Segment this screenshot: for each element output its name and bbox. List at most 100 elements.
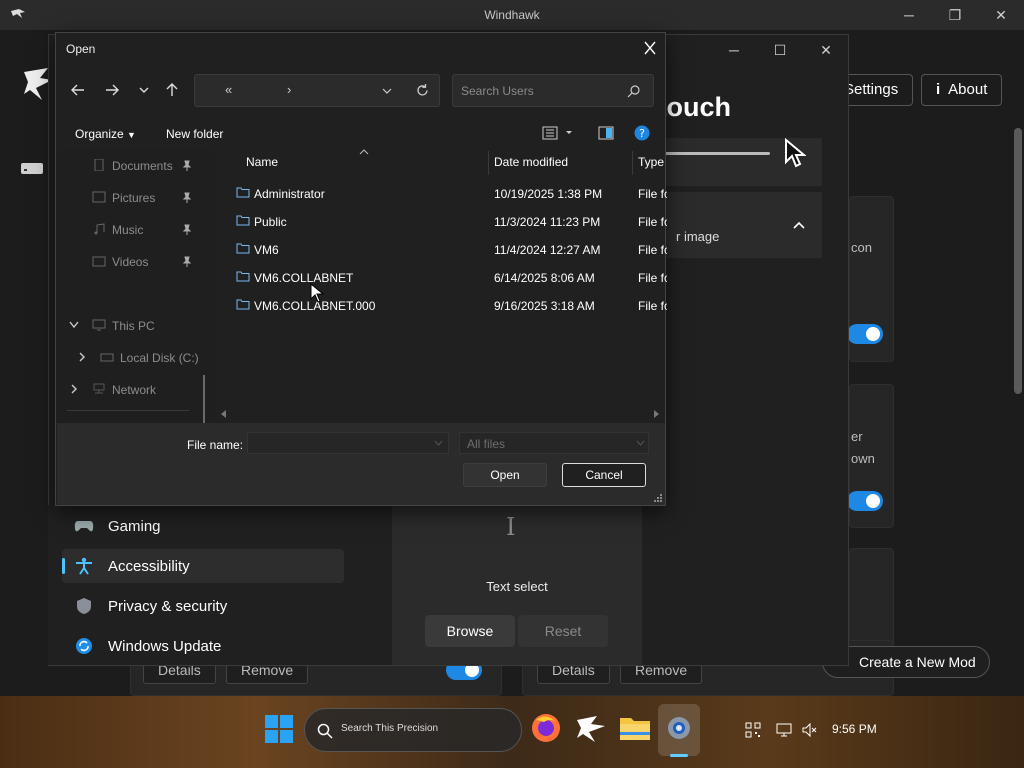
close-button[interactable]: ✕ [978,4,1024,26]
open-button[interactable]: Open [463,463,547,487]
column-divider[interactable] [488,151,489,175]
firefox-icon[interactable] [528,710,564,746]
file-row[interactable]: VM6 11/4/2024 12:27 AM File folder [230,236,667,262]
chevron-down-icon[interactable] [434,440,443,447]
mouse-pointer-icon [785,138,806,168]
scrollbar[interactable] [1014,128,1022,394]
sidebar-item-privacy-security[interactable]: Privacy & security [62,589,344,623]
file-row[interactable]: VM6.COLLABNET 6/14/2025 8:06 AM File fol… [230,264,667,290]
volume-muted-icon[interactable] [802,722,818,738]
column-divider[interactable] [632,151,633,175]
breadcrumb-chevron[interactable]: › [287,82,291,97]
help-icon[interactable]: ? [634,125,650,141]
close-button[interactable]: ✕ [803,39,849,61]
clipped-card-text: er [851,429,863,444]
sidebar-item-label: Gaming [108,518,161,535]
back-arrow-icon[interactable] [68,81,88,99]
sidebar-item-label: Privacy & security [108,598,228,615]
videos-icon [92,256,106,267]
new-folder-button[interactable]: New folder [166,127,223,141]
column-header-type[interactable]: Type [638,155,665,169]
file-row[interactable]: VM6.COLLABNET.000 9/16/2025 3:18 AM File… [230,292,667,318]
address-bar[interactable]: « › [194,74,440,107]
mod-enable-toggle[interactable] [847,324,883,344]
sidebar-item-windows-update[interactable]: Windows Update [62,629,344,663]
taskbar-search-box[interactable]: Search This Precision [304,708,522,752]
minimize-button[interactable]: ─ [886,4,932,26]
refresh-icon[interactable] [415,83,430,98]
folder-icon [236,299,250,310]
minimize-button[interactable]: ─ [711,39,757,61]
file-row[interactable]: Administrator 10/19/2025 1:38 PM File fo… [230,180,667,206]
nav-item-pictures[interactable]: Pictures [112,191,155,205]
info-icon: i [936,81,941,98]
cursor-preview-card: I Text select Browse Reset [392,505,642,665]
folder-icon [236,271,250,282]
windhawk-icon[interactable] [573,710,609,746]
settings-icon[interactable] [661,710,697,746]
column-header-date[interactable]: Date modified [494,155,568,169]
chevron-down-icon[interactable] [382,87,392,95]
music-icon [94,223,105,235]
browse-button[interactable]: Browse [425,615,515,647]
reset-button[interactable]: Reset [518,615,608,647]
organize-menu[interactable]: Organize ▼ [75,127,136,141]
folder-icon [236,187,250,198]
file-date: 10/19/2025 1:38 PM [494,187,603,201]
folder-icon [236,215,250,226]
qr-code-icon[interactable] [745,722,761,738]
dialog-footer: File name: All files Open Cancel [57,423,665,505]
preview-pane-icon[interactable] [598,125,614,141]
about-nav-button[interactable]: i About [921,74,1003,106]
mouse-cursor-icon [310,283,324,303]
view-options-icon[interactable] [542,125,574,141]
sidebar-item-accessibility[interactable]: Accessibility [62,549,344,583]
network-icon [93,383,105,394]
search-icon [627,85,640,98]
nav-item-network[interactable]: Network [112,383,156,397]
file-date: 9/16/2025 3:18 AM [494,299,595,313]
chevron-up-icon[interactable] [792,220,806,230]
resize-grip-icon[interactable] [653,493,663,503]
network-icon[interactable] [776,722,792,738]
nav-item-documents[interactable]: Documents [112,159,173,173]
sidebar-item-label: Windows Update [108,638,222,655]
scroll-left-icon[interactable] [220,410,228,418]
nav-item-music[interactable]: Music [112,223,143,237]
file-explorer-icon[interactable] [617,710,653,746]
cancel-button[interactable]: Cancel [562,463,646,487]
forward-arrow-icon[interactable] [102,81,122,99]
chevron-down-icon: ▼ [127,130,136,140]
file-type: File folder [638,299,667,313]
file-type-select[interactable]: All files [459,432,649,454]
chevron-down-icon[interactable] [67,319,81,331]
pin-icon [182,160,192,171]
file-name-input[interactable] [247,432,449,454]
windhawk-titlebar: Windhawk ─ ❐ ✕ [0,0,1024,30]
windows-start-icon[interactable] [264,714,294,744]
nav-item-local-disk[interactable]: Local Disk (C:) [120,351,199,365]
column-header-name[interactable]: Name [246,155,278,169]
pin-icon [182,256,192,267]
file-name: VM6.COLLABNET [254,271,354,285]
recent-locations-chevron-icon[interactable] [134,81,154,99]
search-input[interactable]: Search Users [452,74,654,107]
address-overflow[interactable]: « [225,82,232,97]
sidebar-item-gaming[interactable]: Gaming [62,509,344,543]
file-row[interactable]: Public 11/3/2024 11:23 PM File folder [230,208,667,234]
chevron-right-icon[interactable] [67,383,81,395]
nav-item-videos[interactable]: Videos [112,255,148,269]
chevron-right-icon[interactable] [75,351,89,363]
up-arrow-icon[interactable] [162,81,182,99]
close-icon[interactable] [640,39,660,57]
nav-item-this-pc[interactable]: This PC [112,319,155,333]
taskbar-clock[interactable]: 9:56 PM [832,722,877,736]
maximize-button[interactable]: ☐ [757,39,803,61]
drive-icon [21,163,43,174]
mod-enable-toggle[interactable] [847,491,883,511]
gamepad-icon [74,521,94,532]
clipped-card-text: con [851,240,872,255]
scroll-right-icon[interactable] [652,410,660,418]
maximize-button[interactable]: ❐ [932,4,978,26]
taskbar-search-text: Search This Precision [341,723,439,734]
